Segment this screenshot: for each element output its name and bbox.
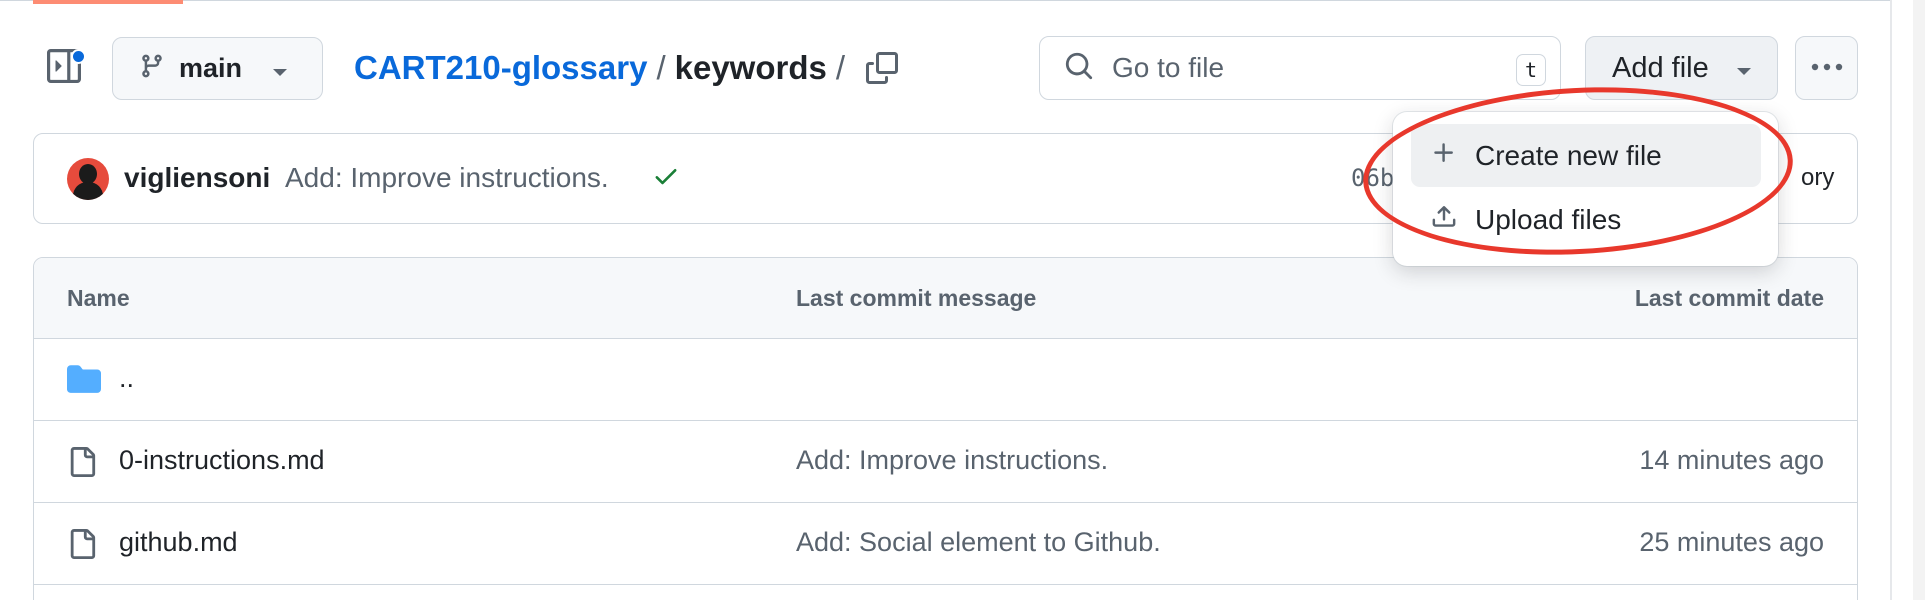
column-header-commit-message: Last commit message	[796, 285, 1037, 311]
column-header-name: Name	[67, 285, 130, 311]
github-file-browser: main CART210-glossary / keywords / Go to…	[0, 0, 1925, 600]
go-to-file-input[interactable]: Go to file t	[1039, 36, 1561, 100]
breadcrumb-repo-link[interactable]: CART210-glossary	[354, 49, 647, 87]
commit-message-link[interactable]: Add: Improve instructions.	[285, 162, 609, 194]
file-name-link[interactable]: 0-instructions.md	[119, 445, 325, 476]
history-link[interactable]: ory	[1801, 164, 1834, 192]
kebab-horizontal-icon	[1810, 59, 1844, 77]
expand-file-tree-button[interactable]	[44, 48, 86, 88]
search-icon	[1064, 51, 1094, 86]
right-divider	[1890, 0, 1892, 600]
git-branch-icon	[139, 53, 165, 84]
table-header: Name Last commit message Last commit dat…	[34, 258, 1857, 339]
file-list-table: Name Last commit message Last commit dat…	[33, 257, 1858, 600]
file-icon	[67, 445, 97, 484]
parent-directory-link[interactable]: ..	[119, 363, 134, 394]
active-tab-indicator	[33, 0, 183, 4]
search-placeholder: Go to file	[1112, 52, 1225, 83]
add-file-label: Add file	[1612, 51, 1709, 84]
branch-selector-button[interactable]: main	[112, 37, 323, 100]
top-divider	[0, 0, 1890, 1]
file-commit-date: 14 minutes ago	[1639, 445, 1824, 475]
notification-dot	[71, 49, 86, 64]
avatar[interactable]	[67, 158, 109, 200]
chevron-down-icon	[272, 65, 288, 83]
check-icon[interactable]	[652, 162, 680, 195]
window-edge	[1913, 0, 1925, 600]
file-commit-date: 25 minutes ago	[1639, 527, 1824, 557]
more-options-button[interactable]	[1795, 36, 1858, 100]
breadcrumb-separator: /	[656, 49, 666, 86]
folder-icon	[67, 363, 101, 398]
copy-icon	[866, 51, 898, 89]
file-icon	[67, 527, 97, 566]
file-name-link[interactable]: github.md	[119, 527, 238, 558]
breadcrumb-separator: /	[835, 49, 846, 86]
table-row[interactable]: github.md Add: Social element to Github.…	[34, 503, 1857, 585]
table-row[interactable]: ..	[34, 339, 1857, 421]
branch-name: main	[179, 53, 243, 83]
breadcrumb: CART210-glossary / keywords /	[354, 46, 854, 90]
commit-author-link[interactable]: vigliensoni	[124, 162, 270, 194]
keyboard-shortcut-hint: t	[1516, 54, 1546, 86]
copy-path-button[interactable]	[862, 50, 902, 90]
file-commit-message-link[interactable]: Add: Social element to Github.	[796, 527, 1161, 558]
breadcrumb-current-folder: keywords	[674, 49, 827, 86]
file-commit-message-link[interactable]: Add: Improve instructions.	[796, 445, 1108, 476]
table-row[interactable]: 0-instructions.md Add: Improve instructi…	[34, 421, 1857, 503]
column-header-commit-date: Last commit date	[1634, 285, 1824, 311]
chevron-down-icon	[1736, 64, 1752, 82]
